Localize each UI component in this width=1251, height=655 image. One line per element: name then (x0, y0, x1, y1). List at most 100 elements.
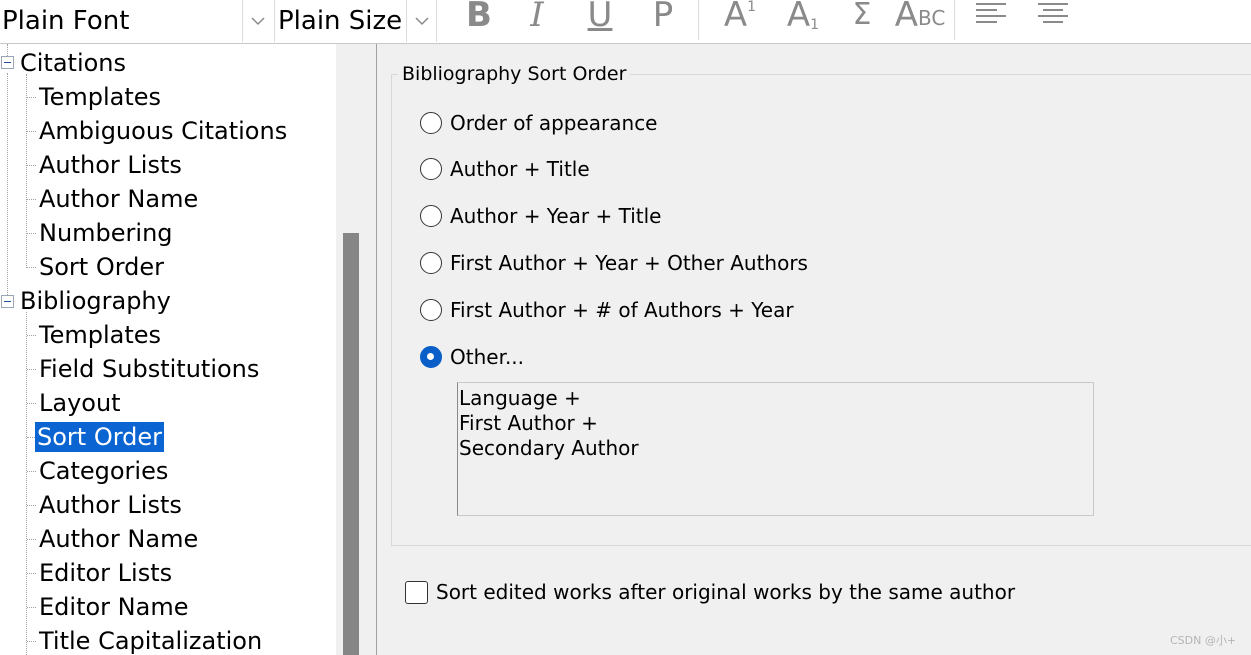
checkbox-icon[interactable] (405, 580, 428, 604)
tree-connector (27, 471, 36, 472)
subscript-button[interactable]: A1 (781, 0, 825, 36)
other-sort-fields-textarea[interactable]: Language + First Author + Secondary Auth… (457, 382, 1094, 516)
tree-connector (27, 437, 35, 438)
tree-node-citations[interactable]: Citations (18, 46, 128, 80)
tree-node-label: Author Lists (39, 151, 182, 179)
tree-connector (26, 74, 27, 268)
tree-node-label: Title Capitalization (39, 627, 263, 655)
underline-button[interactable]: U (584, 0, 616, 36)
font-combo-value: Plain Font (2, 6, 130, 36)
tree-node-citations-author-name[interactable]: Author Name (37, 182, 200, 216)
tree-node-citations-sort-order[interactable]: Sort Order (37, 250, 166, 284)
tree-node-label: Categories (39, 457, 169, 485)
radio-label: Other... (450, 345, 525, 369)
tree-node-bibliography-layout[interactable]: Layout (37, 386, 123, 420)
align-center-button[interactable] (1036, 0, 1070, 36)
sort-order-group-title: Bibliography Sort Order (398, 60, 631, 88)
tree-node-citations-ambiguous[interactable]: Ambiguous Citations (37, 114, 289, 148)
size-combo[interactable]: Plain Size (276, 0, 437, 42)
tree-scrollbar[interactable] (336, 44, 362, 655)
plain-button[interactable]: P (648, 0, 678, 36)
tree-scrollbar-thumb[interactable] (343, 233, 359, 655)
citations-collapse-icon[interactable] (1, 56, 14, 69)
tree-connector (27, 165, 36, 166)
tree-connector (27, 573, 36, 574)
size-combo-chevron-down-icon[interactable] (406, 0, 437, 42)
radio-checked-icon[interactable] (420, 346, 442, 368)
tree-node-label: Editor Name (39, 593, 189, 621)
tree-node-bibliography-author-name[interactable]: Author Name (37, 522, 200, 556)
italic-icon: I (530, 0, 544, 35)
tree-node-citations-numbering[interactable]: Numbering (37, 216, 175, 250)
radio-other[interactable]: Other... (420, 342, 524, 372)
bibliography-collapse-icon[interactable] (1, 295, 14, 308)
sort-edited-works-checkbox-row[interactable]: Sort edited works after original works b… (405, 577, 1015, 607)
radio-circle-icon[interactable] (420, 205, 442, 227)
tree-connector (27, 505, 36, 506)
radio-circle-icon[interactable] (420, 112, 442, 134)
radio-order-of-appearance[interactable]: Order of appearance (420, 108, 658, 138)
tree-node-bibliography-author-lists[interactable]: Author Lists (37, 488, 184, 522)
radio-circle-icon[interactable] (420, 299, 442, 321)
tree-node-bibliography-sort-order[interactable]: Sort Order (35, 420, 165, 454)
tree-connector (27, 199, 36, 200)
smallcaps-icon: A (894, 0, 918, 35)
tree-connector (27, 335, 36, 336)
subscript-mark: 1 (810, 17, 820, 33)
watermark: CSDN @小+ (1170, 634, 1237, 647)
tree-node-label: Templates (39, 83, 162, 111)
tree-node-label: Numbering (39, 219, 173, 247)
superscript-icon: A (723, 0, 748, 35)
style-section-tree: Citations Templates Ambiguous Citations … (0, 44, 336, 655)
align-left-button[interactable] (974, 0, 1008, 36)
symbol-icon: Σ (852, 0, 872, 32)
sort-edited-works-label: Sort edited works after original works b… (436, 580, 1016, 604)
radio-author-year-title[interactable]: Author + Year + Title (420, 201, 661, 231)
radio-label: First Author + Year + Other Authors (450, 251, 808, 275)
superscript-button[interactable]: A1 (718, 0, 762, 36)
panel-splitter[interactable] (362, 44, 377, 655)
toolbar-divider (954, 0, 955, 40)
plain-icon: P (652, 0, 674, 35)
superscript-mark: 1 (747, 0, 757, 15)
italic-button[interactable]: I (522, 0, 552, 36)
tree-node-label: Sort Order (39, 253, 165, 281)
tree-node-bibliography-field-substitutions[interactable]: Field Substitutions (37, 352, 261, 386)
radio-label: Author + Year + Title (450, 204, 662, 228)
radio-circle-icon[interactable] (420, 158, 442, 180)
tree-node-citations-templates[interactable]: Templates (37, 80, 163, 114)
tree-node-bibliography-editor-lists[interactable]: Editor Lists (37, 556, 174, 590)
tree-connector (27, 267, 36, 268)
tree-node-bibliography-categories[interactable]: Categories (37, 454, 170, 488)
font-combo[interactable]: Plain Font (0, 0, 275, 42)
symbol-button[interactable]: Σ (844, 0, 880, 36)
bold-button[interactable]: B (462, 0, 496, 36)
toolbar-divider (698, 0, 699, 40)
tree-node-bibliography-editor-name[interactable]: Editor Name (37, 590, 190, 624)
tree-connector (27, 641, 36, 642)
radio-circle-icon[interactable] (420, 252, 442, 274)
smallcaps-button[interactable]: A BC (894, 0, 946, 36)
tree-node-label: Ambiguous Citations (39, 117, 288, 145)
radio-author-title[interactable]: Author + Title (420, 154, 590, 184)
radio-first-author-count-year[interactable]: First Author + # of Authors + Year (420, 295, 794, 325)
tree-node-label: Author Name (39, 525, 199, 553)
tree-connector (27, 369, 36, 370)
tree-node-citations-author-lists[interactable]: Author Lists (37, 148, 184, 182)
tree-node-label: Layout (39, 389, 121, 417)
tree-node-bibliography-title-capitalization[interactable]: Title Capitalization (37, 624, 264, 655)
tree-node-bibliography-templates[interactable]: Templates (37, 318, 163, 352)
radio-label: Order of appearance (450, 111, 658, 135)
tree-node-label: Citations (20, 49, 127, 77)
font-combo-chevron-down-icon[interactable] (242, 0, 273, 42)
tree-connector (7, 44, 8, 56)
radio-label: First Author + # of Authors + Year (450, 298, 794, 322)
align-center-icon (1038, 3, 1068, 23)
tree-connector (27, 233, 36, 234)
tree-node-label: Author Name (39, 185, 199, 213)
tree-node-label: Sort Order (35, 422, 165, 452)
tree-node-label: Editor Lists (39, 559, 173, 587)
radio-first-author-year-other[interactable]: First Author + Year + Other Authors (420, 248, 808, 278)
tree-node-bibliography[interactable]: Bibliography (18, 284, 173, 318)
format-toolbar: Plain Font Plain Size B I U P A1 A1 Σ AB… (0, 0, 1251, 44)
